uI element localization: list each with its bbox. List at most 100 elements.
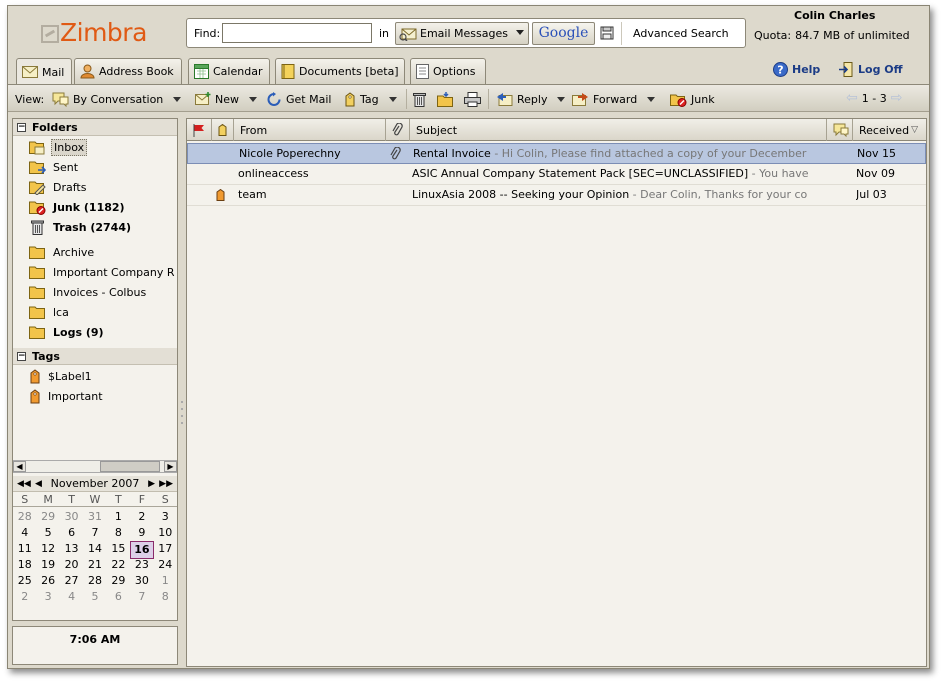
mail-envelope-icon — [22, 66, 38, 78]
calendar-day[interactable]: 7 — [83, 525, 106, 541]
calendar-day[interactable]: 4 — [60, 589, 83, 605]
new-button[interactable]: New — [195, 90, 257, 108]
logoff-link[interactable]: Log Off — [838, 62, 903, 77]
tab-address-book[interactable]: Address Book — [74, 58, 182, 84]
prev-year-icon[interactable]: ◀◀ — [17, 476, 31, 492]
folder-trash[interactable]: Trash (2744) — [29, 218, 133, 236]
calendar-day[interactable]: 22 — [107, 557, 130, 573]
calendar-day[interactable]: 29 — [107, 573, 130, 589]
conversation-column-header[interactable] — [827, 119, 853, 141]
prev-month-icon[interactable]: ◀ — [35, 476, 42, 492]
calendar-day[interactable]: 24 — [154, 557, 177, 573]
calendar-day[interactable]: 30 — [130, 573, 153, 589]
collapse-icon[interactable]: − — [17, 351, 26, 361]
scroll-left-icon[interactable]: ◀ — [13, 461, 26, 472]
tag-item[interactable]: $Label1 — [29, 367, 94, 385]
calendar-day[interactable]: 21 — [83, 557, 106, 573]
reply-button[interactable]: Reply — [496, 90, 566, 108]
folder-important-company[interactable]: Important Company R — [29, 263, 177, 281]
message-row[interactable]: Nicole Poperechny Rental Invoice - Hi Co… — [187, 143, 926, 164]
subject-column-header[interactable]: Subject — [410, 119, 827, 141]
tag-column-header[interactable] — [212, 119, 234, 141]
flag-column-header[interactable] — [187, 119, 212, 141]
tab-options[interactable]: Options — [410, 58, 486, 84]
calendar-day[interactable]: 8 — [107, 525, 130, 541]
scroll-thumb[interactable] — [100, 461, 160, 472]
tab-documents[interactable]: Documents [beta] — [275, 58, 405, 84]
collapse-icon[interactable]: − — [17, 122, 26, 132]
message-row[interactable]: team LinuxAsia 2008 -- Seeking your Opin… — [187, 185, 926, 206]
calendar-day[interactable]: 28 — [83, 573, 106, 589]
calendar-day[interactable]: 4 — [13, 525, 36, 541]
calendar-day[interactable]: 5 — [36, 525, 59, 541]
calendar-day[interactable]: 28 — [13, 509, 36, 525]
forward-button[interactable]: Forward — [572, 90, 656, 108]
tab-mail[interactable]: Mail — [16, 58, 72, 85]
tag-button[interactable]: Tag — [344, 90, 397, 108]
folder-archive[interactable]: Archive — [29, 243, 96, 261]
calendar-day[interactable]: 6 — [107, 589, 130, 605]
calendar-day[interactable]: 27 — [60, 573, 83, 589]
horizontal-scrollbar[interactable]: ◀ ▶ — [13, 460, 177, 473]
from-header-label: From — [240, 123, 268, 137]
google-search-button[interactable]: Google — [532, 22, 595, 45]
save-search-icon[interactable] — [600, 26, 614, 40]
view-by-conversation-button[interactable]: By Conversation — [52, 90, 182, 108]
calendar-day[interactable]: 23 — [130, 557, 153, 573]
calendar-day[interactable]: 5 — [83, 589, 106, 605]
calendar-day[interactable]: 3 — [36, 589, 59, 605]
calendar-day[interactable]: 26 — [36, 573, 59, 589]
move-button[interactable] — [437, 90, 454, 108]
search-input[interactable] — [222, 23, 372, 43]
prev-page-arrow-icon[interactable]: ⇦ — [846, 90, 858, 106]
folder-drafts[interactable]: Drafts — [29, 178, 88, 196]
calendar-day[interactable]: 29 — [36, 509, 59, 525]
folder-sent[interactable]: Sent — [29, 158, 80, 176]
tag-item[interactable]: Important — [29, 387, 105, 405]
printer-icon — [464, 91, 481, 107]
folder-invoices[interactable]: Invoices - Colbus — [29, 283, 148, 301]
search-scope-value: Email Messages — [420, 27, 508, 40]
calendar-day[interactable]: 31 — [83, 509, 106, 525]
calendar-day[interactable]: 20 — [60, 557, 83, 573]
tags-header[interactable]: − Tags — [13, 348, 177, 365]
calendar-day[interactable]: 1 — [154, 573, 177, 589]
next-month-icon[interactable]: ▶ — [148, 476, 155, 492]
received-column-header[interactable]: Received ▽ — [853, 119, 926, 141]
next-page-arrow-icon[interactable]: ⇨ — [891, 90, 903, 106]
calendar-day[interactable]: 18 — [13, 557, 36, 573]
tab-calendar[interactable]: Calendar — [188, 58, 270, 84]
folder-lca[interactable]: lca — [29, 303, 71, 321]
calendar-day[interactable]: 8 — [154, 589, 177, 605]
scroll-right-icon[interactable]: ▶ — [164, 461, 177, 472]
calendar-day[interactable]: 10 — [154, 525, 177, 541]
calendar-weekdays: SMTWTFS — [13, 493, 177, 507]
help-link[interactable]: ? Help — [773, 62, 820, 77]
calendar-day[interactable]: 2 — [13, 589, 36, 605]
folder-inbox[interactable]: Inbox — [29, 138, 88, 156]
message-row[interactable]: onlineaccess ASIC Annual Company Stateme… — [187, 164, 926, 185]
folder-junk[interactable]: Junk (1182) — [29, 198, 127, 216]
advanced-search-button[interactable]: Advanced Search — [621, 22, 741, 45]
print-button[interactable] — [464, 90, 481, 108]
calendar-day[interactable]: 1 — [107, 509, 130, 525]
folders-header[interactable]: − Folders — [13, 119, 177, 136]
folder-logs[interactable]: Logs (9) — [29, 323, 106, 341]
calendar-day[interactable]: 30 — [60, 509, 83, 525]
search-scope-select[interactable]: Email Messages — [395, 22, 529, 45]
delete-button[interactable] — [413, 90, 426, 108]
from-column-header[interactable]: From — [234, 119, 386, 141]
attachment-column-header[interactable] — [386, 119, 410, 141]
calendar-day[interactable]: 6 — [60, 525, 83, 541]
next-year-icon[interactable]: ▶▶ — [159, 476, 173, 492]
calendar-day[interactable]: 2 — [130, 509, 153, 525]
tab-label: Options — [433, 65, 476, 78]
calendar-day[interactable]: 25 — [13, 573, 36, 589]
panel-splitter[interactable] — [181, 401, 184, 441]
calendar-day[interactable]: 3 — [154, 509, 177, 525]
get-mail-button[interactable]: Get Mail — [266, 90, 331, 108]
calendar-day[interactable]: 7 — [130, 589, 153, 605]
junk-button[interactable]: Junk — [670, 90, 715, 108]
calendar-day[interactable]: 19 — [36, 557, 59, 573]
calendar-day[interactable]: 9 — [130, 525, 153, 541]
